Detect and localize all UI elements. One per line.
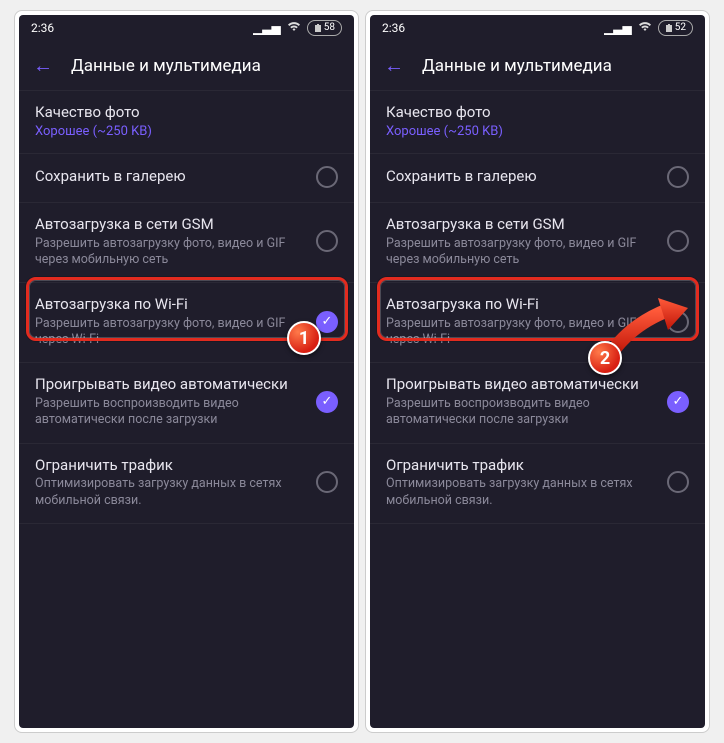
item-sub: Разрешить автозагрузку фото, видео и GIF… xyxy=(386,316,659,349)
item-title: Сохранить в галерею xyxy=(35,167,308,186)
item-title: Автозагрузка в сети GSM xyxy=(35,215,308,234)
step-badge-1: 1 xyxy=(287,321,321,355)
status-right: ▁▃▅ 58 xyxy=(253,20,342,36)
radio-autoplay-video[interactable] xyxy=(316,391,338,413)
item-autoplay-video[interactable]: Проигрывать видео автоматически Разрешит… xyxy=(370,363,705,443)
status-right: ▁▃▅ 52 xyxy=(604,20,693,36)
item-save-gallery[interactable]: Сохранить в галерею xyxy=(370,154,705,203)
item-value: Хорошее (~250 KB) xyxy=(386,124,681,139)
item-title: Ограничить трафик xyxy=(386,456,659,475)
radio-autoload-gsm[interactable] xyxy=(316,230,338,252)
radio-autoload-wifi[interactable] xyxy=(667,311,689,333)
item-limit-traffic[interactable]: Ограничить трафик Оптимизировать загрузк… xyxy=(370,444,705,524)
radio-autoload-gsm[interactable] xyxy=(667,230,689,252)
page-title: Данные и мультимедиа xyxy=(71,56,261,76)
item-title: Сохранить в галерею xyxy=(386,167,659,186)
radio-save-gallery[interactable] xyxy=(667,166,689,188)
item-autoplay-video[interactable]: Проигрывать видео автоматически Разрешит… xyxy=(19,363,354,443)
header: ← Данные и мультимедиа xyxy=(370,41,705,91)
header: ← Данные и мультимедиа xyxy=(19,41,354,91)
item-photo-quality[interactable]: Качество фото Хорошее (~250 KB) xyxy=(19,91,354,154)
phone-screen: 2:36 ▁▃▅ 58 ← Данные и мультимедиа Качес… xyxy=(19,15,354,728)
item-title: Качество фото xyxy=(35,103,330,122)
item-title: Автозагрузка по Wi-Fi xyxy=(386,295,659,314)
wifi-icon xyxy=(638,21,652,35)
phone-screen: 2:36 ▁▃▅ 52 ← Данные и мультимедиа Качес… xyxy=(370,15,705,728)
item-title: Проигрывать видео автоматически xyxy=(35,375,308,394)
step-badge-2: 2 xyxy=(588,341,622,375)
item-sub: Разрешить воспроизводить видео автоматич… xyxy=(386,396,659,429)
back-arrow-icon[interactable]: ← xyxy=(384,53,404,78)
phone-frame-left: 2:36 ▁▃▅ 58 ← Данные и мультимедиа Качес… xyxy=(14,10,359,733)
item-sub: Разрешить автозагрузку фото, видео и GIF… xyxy=(386,236,659,269)
item-autoload-gsm[interactable]: Автозагрузка в сети GSM Разрешить автоза… xyxy=(19,203,354,283)
page-title: Данные и мультимедиа xyxy=(422,56,612,76)
item-title: Ограничить трафик xyxy=(35,456,308,475)
item-sub: Оптимизировать загрузку данных в сетях м… xyxy=(35,476,308,509)
item-title: Автозагрузка по Wi-Fi xyxy=(35,295,308,314)
radio-autoload-wifi[interactable] xyxy=(316,311,338,333)
item-title: Проигрывать видео автоматически xyxy=(386,375,659,394)
radio-limit-traffic[interactable] xyxy=(316,471,338,493)
status-time: 2:36 xyxy=(31,21,54,35)
statusbar: 2:36 ▁▃▅ 58 xyxy=(19,15,354,41)
back-arrow-icon[interactable]: ← xyxy=(33,53,53,78)
item-sub: Разрешить автозагрузку фото, видео и GIF… xyxy=(35,316,308,349)
item-sub: Оптимизировать загрузку данных в сетях м… xyxy=(386,476,659,509)
battery-indicator: 52 xyxy=(658,20,693,36)
item-limit-traffic[interactable]: Ограничить трафик Оптимизировать загрузк… xyxy=(19,444,354,524)
item-value: Хорошее (~250 KB) xyxy=(35,124,330,139)
item-save-gallery[interactable]: Сохранить в галерею xyxy=(19,154,354,203)
item-title: Автозагрузка в сети GSM xyxy=(386,215,659,234)
item-title: Качество фото xyxy=(386,103,681,122)
item-autoload-gsm[interactable]: Автозагрузка в сети GSM Разрешить автоза… xyxy=(370,203,705,283)
battery-indicator: 58 xyxy=(307,20,342,36)
radio-limit-traffic[interactable] xyxy=(667,471,689,493)
signal-icon: ▁▃▅ xyxy=(604,21,632,35)
radio-autoplay-video[interactable] xyxy=(667,391,689,413)
statusbar: 2:36 ▁▃▅ 52 xyxy=(370,15,705,41)
wifi-icon xyxy=(287,21,301,35)
phone-frame-right: 2:36 ▁▃▅ 52 ← Данные и мультимедиа Качес… xyxy=(365,10,710,733)
radio-save-gallery[interactable] xyxy=(316,166,338,188)
item-photo-quality[interactable]: Качество фото Хорошее (~250 KB) xyxy=(370,91,705,154)
item-autoload-wifi[interactable]: Автозагрузка по Wi-Fi Разрешить автозагр… xyxy=(370,283,705,363)
status-time: 2:36 xyxy=(382,21,405,35)
signal-icon: ▁▃▅ xyxy=(253,21,281,35)
item-sub: Разрешить автозагрузку фото, видео и GIF… xyxy=(35,236,308,269)
item-sub: Разрешить воспроизводить видео автоматич… xyxy=(35,396,308,429)
